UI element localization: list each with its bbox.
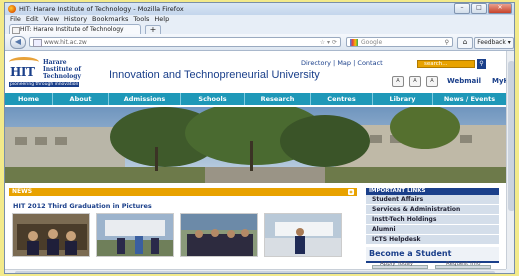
- site-slogan: Innovation and Technopreneurial Universi…: [109, 69, 320, 81]
- contact-link[interactable]: Contact: [357, 59, 382, 67]
- link-services-administration[interactable]: Services & Administration: [366, 205, 499, 215]
- menu-view[interactable]: View: [43, 15, 58, 24]
- nav-home[interactable]: Home: [5, 93, 53, 105]
- link-alumni[interactable]: Alumni: [366, 225, 499, 235]
- graduation-photo-3[interactable]: [180, 213, 258, 257]
- menu-file[interactable]: File: [10, 15, 21, 24]
- nav-admissions[interactable]: Admissions: [109, 93, 181, 105]
- rss-icon[interactable]: ◉: [348, 189, 354, 195]
- firefox-icon: [8, 5, 16, 13]
- webmail-link[interactable]: Webmail: [447, 77, 481, 85]
- page-icon: [12, 27, 20, 34]
- important-links-heading: IMPORTANT LINKS: [366, 188, 499, 195]
- browser-window: HIT: Harare Institute of Technology - Mo…: [4, 2, 515, 274]
- site-header: HIT Harare Institute of Technology pione…: [5, 51, 506, 93]
- site-identity-icon[interactable]: [33, 39, 42, 47]
- apply-today-label: Apply Today: [380, 261, 414, 267]
- logo-tagline: pioneering through innovation: [9, 82, 80, 87]
- graduation-photo-2[interactable]: [96, 213, 174, 257]
- minimize-button[interactable]: –: [454, 3, 470, 14]
- map-link[interactable]: Map: [337, 59, 351, 67]
- navigation-toolbar: ◀ www.hit.ac.zw ☆ ▾ ⟳ Google ⚲ ⌂ Feedbac…: [5, 34, 514, 51]
- menu-tools[interactable]: Tools: [133, 15, 149, 24]
- font-size-controls: A A A: [392, 76, 443, 87]
- feedback-button[interactable]: Feedback ▾: [474, 37, 514, 49]
- search-bar[interactable]: Google ⚲: [346, 37, 453, 47]
- url-text: www.hit.ac.zw: [44, 39, 87, 46]
- site-search-input[interactable]: search...: [417, 60, 475, 68]
- nav-about[interactable]: About: [53, 93, 109, 105]
- font-medium-button[interactable]: A: [409, 76, 421, 87]
- menu-edit[interactable]: Edit: [26, 15, 39, 24]
- become-student-title: Become a Student: [369, 249, 452, 258]
- link-instt-tech-holdings[interactable]: Instt-Tech Holdings: [366, 215, 499, 225]
- directory-link[interactable]: Directory: [301, 59, 331, 67]
- logo-name: Harare Institute of Technology: [43, 59, 81, 80]
- google-icon: [350, 39, 358, 46]
- link-icts-helpdesk[interactable]: ICTS Helpdesk: [366, 235, 499, 245]
- request-info-label: Request Info: [446, 261, 481, 267]
- top-links: Directory | Map | Contact: [301, 59, 383, 67]
- tab-strip: HIT: Harare Institute of Technology +: [5, 24, 514, 36]
- nav-news-events[interactable]: News / Events: [433, 93, 506, 105]
- menu-bar: File Edit View History Bookmarks Tools H…: [5, 15, 514, 24]
- link-student-affairs[interactable]: Student Affairs: [366, 195, 499, 205]
- campus-banner-image: [5, 107, 506, 183]
- nav-schools[interactable]: Schools: [181, 93, 245, 105]
- window-title: HIT: Harare Institute of Technology - Mo…: [19, 5, 184, 13]
- vertical-scrollbar[interactable]: [506, 51, 514, 269]
- menu-help[interactable]: Help: [154, 15, 169, 24]
- nav-library[interactable]: Library: [373, 93, 433, 105]
- back-arrow-icon[interactable]: ◀: [10, 36, 26, 49]
- feedback-label: Feedback: [477, 39, 506, 46]
- nav-centres[interactable]: Centres: [311, 93, 373, 105]
- news-headline[interactable]: HIT 2012 Third Graduation in Pictures: [13, 202, 152, 210]
- tab-title: HIT: Harare Institute of Technology: [20, 26, 124, 33]
- search-placeholder: Google: [361, 39, 383, 46]
- font-small-button[interactable]: A: [392, 76, 404, 87]
- close-button[interactable]: ✕: [488, 3, 512, 14]
- menu-bookmarks[interactable]: Bookmarks: [92, 15, 128, 24]
- tab-hit[interactable]: HIT: Harare Institute of Technology: [9, 24, 141, 34]
- bookmark-star-icon[interactable]: ☆ ▾ ⟳: [320, 38, 337, 47]
- main-nav: Home About Admissions Schools Research C…: [5, 93, 506, 105]
- site-search-icon[interactable]: ⚲: [477, 59, 486, 69]
- home-icon[interactable]: ⌂: [457, 37, 473, 49]
- search-icon[interactable]: ⚲: [445, 38, 449, 47]
- page-viewport: HIT Harare Institute of Technology pione…: [5, 51, 506, 269]
- nav-research[interactable]: Research: [245, 93, 311, 105]
- news-header: NEWS ◉: [9, 188, 357, 196]
- important-links: IMPORTANT LINKS Student Affairs Services…: [366, 188, 499, 245]
- maximize-button[interactable]: □: [471, 3, 487, 14]
- title-bar: HIT: Harare Institute of Technology - Mo…: [5, 3, 514, 15]
- hit-logo[interactable]: HIT Harare Institute of Technology pione…: [9, 57, 97, 89]
- news-label: NEWS: [12, 188, 33, 195]
- myhit-link[interactable]: MyHIT: [492, 77, 506, 85]
- logo-mark: HIT: [10, 65, 35, 79]
- font-large-button[interactable]: A: [426, 76, 438, 87]
- horizontal-scrollbar[interactable]: [5, 269, 506, 273]
- menu-history[interactable]: History: [64, 15, 87, 24]
- graduation-photo-4[interactable]: [264, 213, 342, 257]
- url-bar[interactable]: www.hit.ac.zw ☆ ▾ ⟳: [29, 37, 341, 47]
- graduation-photo-1[interactable]: [12, 213, 90, 257]
